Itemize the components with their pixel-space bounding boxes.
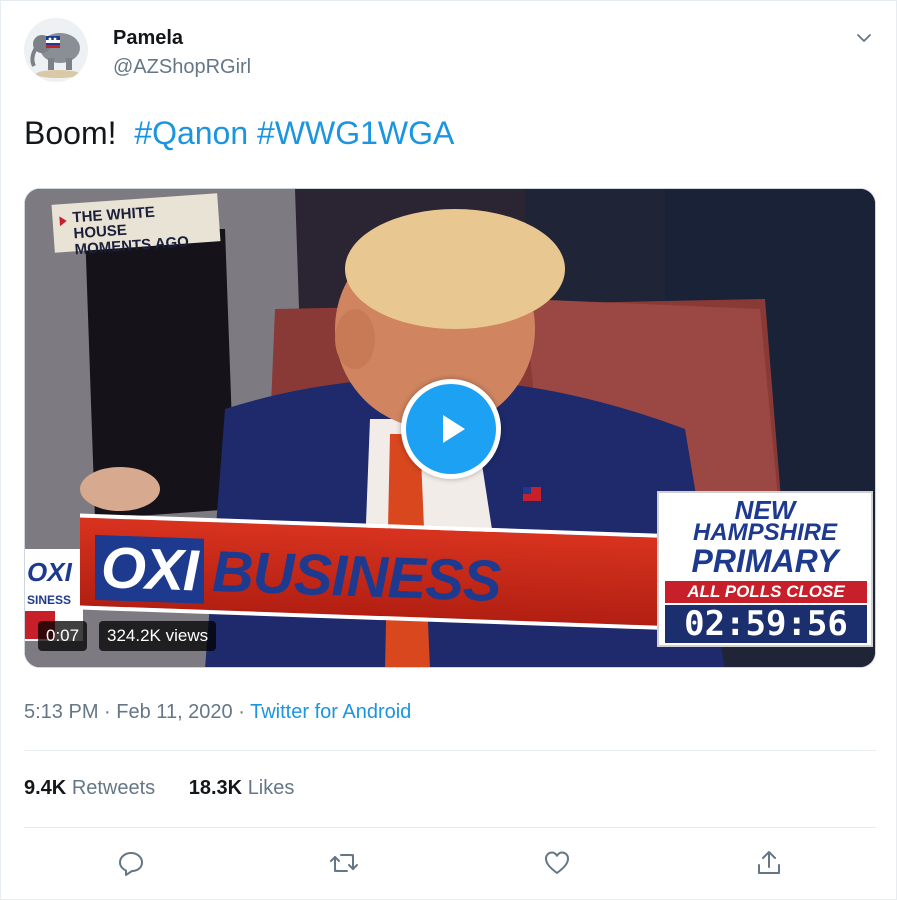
tweet-source-link[interactable]: Twitter for Android: [250, 701, 411, 723]
fox-logo-line-1: OXI: [27, 557, 72, 587]
retweets-stat[interactable]: 9.4K Retweets: [24, 777, 155, 800]
divider: [24, 827, 876, 828]
banner-triangle-icon: [59, 215, 68, 227]
like-icon[interactable]: [537, 843, 577, 883]
tweet-text: Boom! #Qanon #WWG1WGA: [24, 113, 454, 153]
chevron-down-icon[interactable]: [851, 25, 877, 51]
user-handle[interactable]: @AZShopRGirl: [113, 56, 251, 79]
tweet-card: Pamela @AZShopRGirl Boom! #Qanon #WWG1WG…: [0, 0, 897, 900]
likes-label: Likes: [247, 777, 295, 799]
business-lower-third-text: OXI BUSINESS: [95, 534, 500, 615]
nh-polls-close: ALL POLLS CLOSE: [665, 581, 867, 603]
fox-logo-line-2: SINESS: [27, 593, 72, 607]
meta-separator-2: ·: [238, 701, 245, 723]
tweet-date[interactable]: Feb 11, 2020: [116, 701, 232, 723]
user-name[interactable]: Pamela: [113, 27, 183, 50]
tweet-time[interactable]: 5:13 PM: [24, 701, 98, 723]
hashtag-qanon[interactable]: #Qanon: [134, 115, 248, 151]
likes-count: 18.3K: [188, 777, 243, 799]
retweets-label: Retweets: [71, 777, 156, 799]
video-elapsed-time: 0:07: [38, 621, 88, 651]
play-button[interactable]: [401, 379, 501, 479]
white-house-banner: THE WHITE HOUSE MOMENTS AGO: [51, 193, 221, 258]
avatar[interactable]: [24, 18, 88, 82]
divider: [24, 750, 876, 751]
video-player[interactable]: THE WHITE HOUSE MOMENTS AGO OXI SINESS O…: [24, 188, 876, 668]
tweet-meta: 5:13 PM · Feb 11, 2020 · Twitter for And…: [24, 701, 411, 724]
elephant-avatar-icon: [24, 18, 88, 82]
play-icon: [443, 415, 465, 443]
video-view-count: 324.2K views: [99, 621, 217, 651]
hashtag-wwg1wga[interactable]: #WWG1WGA: [257, 115, 454, 151]
nh-primary-box: NEW HAMPSHIRE PRIMARY ALL POLLS CLOSE 02…: [657, 491, 873, 647]
business-word: BUSINESS: [211, 539, 501, 615]
tweet-text-prefix: Boom!: [24, 115, 117, 151]
likes-stat[interactable]: 18.3K Likes: [189, 777, 295, 800]
engagement-stats: 9.4K Retweets 18.3K Likes: [24, 777, 322, 800]
business-fox-mark: OXI: [95, 534, 204, 604]
retweets-count: 9.4K: [24, 777, 67, 799]
nh-countdown-clock: 02:59:56: [665, 605, 867, 643]
reply-icon[interactable]: [111, 843, 151, 883]
meta-separator-1: ·: [104, 701, 111, 723]
retweet-icon[interactable]: [324, 843, 364, 883]
share-icon[interactable]: [749, 843, 789, 883]
nh-line-3: PRIMARY: [691, 543, 839, 579]
